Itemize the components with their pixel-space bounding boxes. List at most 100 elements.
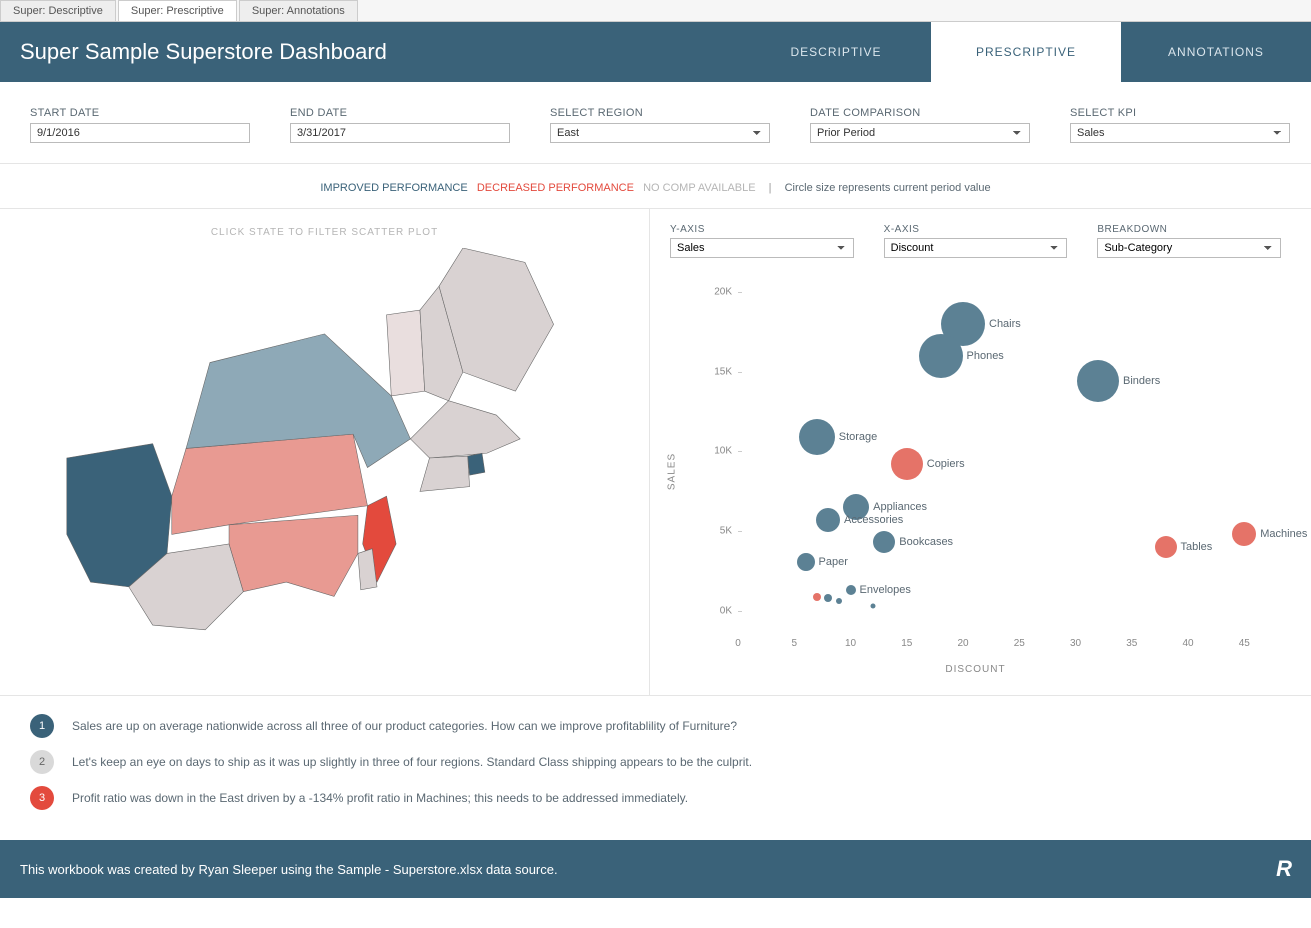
bubble-label: Appliances [873, 501, 927, 513]
xaxis-group: X-AXIS Discount [884, 224, 1068, 258]
comparison-label: DATE COMPARISON [810, 107, 1030, 119]
bubble-labels[interactable] [836, 598, 842, 604]
legend-no-comp: NO COMP AVAILABLE [643, 182, 756, 194]
y-tick: 0K [700, 606, 732, 617]
bubble-copiers[interactable] [891, 448, 923, 480]
footer: This workbook was created by Ryan Sleepe… [0, 840, 1311, 898]
bubble-supplies[interactable] [824, 594, 832, 602]
bubble-label: Copiers [927, 458, 965, 470]
bubble-label: Machines [1260, 528, 1307, 540]
x-tick: 30 [1070, 638, 1081, 649]
legend-info: Circle size represents current period va… [785, 182, 991, 194]
bubble-label: Tables [1181, 541, 1213, 553]
scatter-panel: Y-AXIS Sales X-AXIS Discount BREAKDOWN S… [650, 209, 1311, 695]
kpi-select[interactable]: Sales [1070, 123, 1290, 143]
map-panel: CLICK STATE TO FILTER SCATTER PLOT [0, 209, 650, 695]
page-title: Super Sample Superstore Dashboard [0, 39, 741, 65]
scatter-controls: Y-AXIS Sales X-AXIS Discount BREAKDOWN S… [670, 224, 1281, 258]
end-date-group: END DATE [290, 107, 510, 143]
workbook-tab[interactable]: Super: Annotations [239, 0, 358, 21]
bubble-label: Envelopes [860, 584, 911, 596]
map-hint: CLICK STATE TO FILTER SCATTER PLOT [20, 227, 629, 238]
nav-tab-descriptive[interactable]: DESCRIPTIVE [741, 22, 931, 82]
bubble-envelopes[interactable] [846, 585, 856, 595]
x-tick: 20 [957, 638, 968, 649]
insight-row: 2 Let's keep an eye on days to ship as it… [30, 750, 1281, 774]
end-date-input[interactable] [290, 123, 510, 143]
start-date-group: START DATE [30, 107, 250, 143]
bubble-label: Paper [819, 556, 848, 568]
comparison-group: DATE COMPARISON Prior Period [810, 107, 1030, 143]
state-rhode-island[interactable] [468, 453, 485, 475]
bubble-binders[interactable] [1077, 360, 1119, 402]
x-tick: 40 [1182, 638, 1193, 649]
breakdown-select[interactable]: Sub-Category [1097, 238, 1281, 258]
insight-badge: 1 [30, 714, 54, 738]
y-tick: 15K [700, 366, 732, 377]
x-tick: 0 [735, 638, 741, 649]
bubble-art[interactable] [813, 593, 821, 601]
x-tick: 10 [845, 638, 856, 649]
legend-improved: IMPROVED PERFORMANCE [320, 182, 467, 194]
workbook-tab[interactable]: Super: Descriptive [0, 0, 116, 21]
nav-tab-annotations[interactable]: ANNOTATIONS [1121, 22, 1311, 82]
bubble-label: Phones [967, 350, 1004, 362]
x-tick: 25 [1014, 638, 1025, 649]
y-tick: 20K [700, 286, 732, 297]
bubble-tables[interactable] [1155, 536, 1177, 558]
bubble-accessories[interactable] [816, 508, 840, 532]
state-connecticut[interactable] [420, 456, 470, 491]
bubble-label: Accessories [844, 514, 903, 526]
y-tick: 5K [700, 526, 732, 537]
plot-area[interactable]: 0K5K10K15K20K051015202530354045ChairsPho… [738, 276, 1281, 631]
bubble-machines[interactable] [1232, 522, 1256, 546]
end-date-label: END DATE [290, 107, 510, 119]
filters-bar: START DATE END DATE SELECT REGION East D… [0, 82, 1311, 164]
legend-row: IMPROVED PERFORMANCE DECREASED PERFORMAN… [0, 164, 1311, 209]
start-date-input[interactable] [30, 123, 250, 143]
state-vermont[interactable] [387, 310, 425, 396]
workbook-tabs: Super: DescriptiveSuper: PrescriptiveSup… [0, 0, 1311, 22]
bubble-paper[interactable] [797, 553, 815, 571]
bubble-fasteners[interactable] [871, 604, 876, 609]
bubble-label: Storage [839, 431, 878, 443]
state-massachusetts[interactable] [410, 401, 520, 458]
x-tick: 5 [791, 638, 797, 649]
us-map[interactable] [20, 248, 629, 668]
workbook-tab[interactable]: Super: Prescriptive [118, 0, 237, 21]
bubble-phones[interactable] [919, 334, 963, 378]
x-axis-title: DISCOUNT [670, 664, 1281, 675]
state-maryland[interactable] [229, 515, 358, 596]
yaxis-group: Y-AXIS Sales [670, 224, 854, 258]
breakdown-label: BREAKDOWN [1097, 224, 1281, 235]
dashboard-header: Super Sample Superstore Dashboard DESCRI… [0, 22, 1311, 82]
x-tick: 45 [1239, 638, 1250, 649]
insight-text: Let's keep an eye on days to ship as it … [72, 755, 752, 769]
xaxis-label: X-AXIS [884, 224, 1068, 235]
nav-tabs: DESCRIPTIVEPRESCRIPTIVEANNOTATIONS [741, 22, 1311, 82]
insight-badge: 2 [30, 750, 54, 774]
bubble-storage[interactable] [799, 419, 835, 455]
yaxis-label: Y-AXIS [670, 224, 854, 235]
x-tick: 35 [1126, 638, 1137, 649]
xaxis-select[interactable]: Discount [884, 238, 1068, 258]
footer-logo-icon: R [1276, 856, 1291, 882]
kpi-group: SELECT KPI Sales [1070, 107, 1290, 143]
legend-decreased: DECREASED PERFORMANCE [477, 182, 634, 194]
comparison-select[interactable]: Prior Period [810, 123, 1030, 143]
region-select[interactable]: East [550, 123, 770, 143]
insight-row: 3 Profit ratio was down in the East drive… [30, 786, 1281, 810]
bubble-label: Chairs [989, 318, 1021, 330]
insights-panel: 1 Sales are up on average nationwide acro… [0, 695, 1311, 840]
breakdown-group: BREAKDOWN Sub-Category [1097, 224, 1281, 258]
insight-badge: 3 [30, 786, 54, 810]
yaxis-select[interactable]: Sales [670, 238, 854, 258]
legend-separator: | [769, 182, 772, 194]
insight-text: Profit ratio was down in the East driven… [72, 791, 688, 805]
start-date-label: START DATE [30, 107, 250, 119]
bubble-label: Bookcases [899, 536, 953, 548]
bubble-bookcases[interactable] [873, 531, 895, 553]
scatter-chart: SALES 0K5K10K15K20K051015202530354045Cha… [700, 276, 1281, 656]
insight-text: Sales are up on average nationwide acros… [72, 719, 737, 733]
nav-tab-prescriptive[interactable]: PRESCRIPTIVE [931, 22, 1121, 82]
